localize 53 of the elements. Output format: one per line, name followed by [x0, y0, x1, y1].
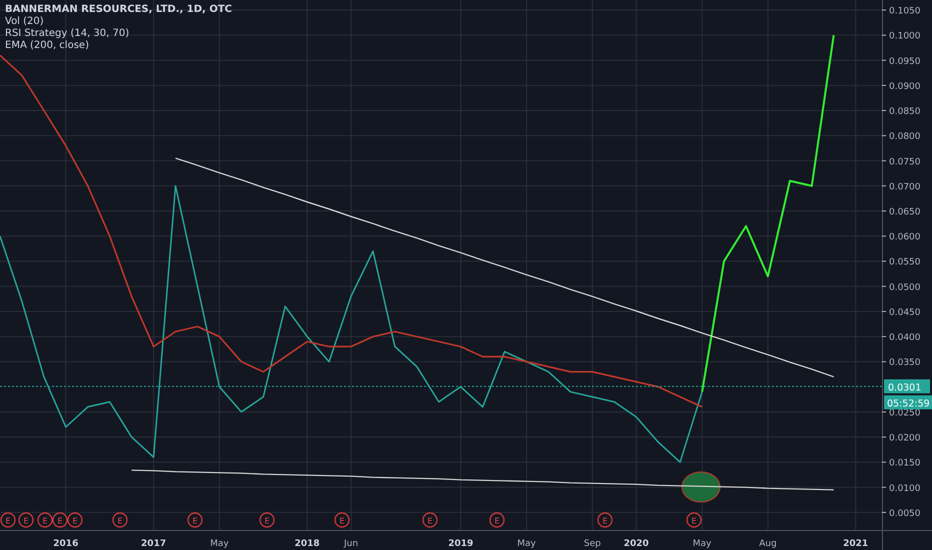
price-axis-label: 0.0400 [889, 333, 920, 344]
time-axis-label: 2020 [624, 539, 649, 549]
price-axis-label: 0.0750 [889, 157, 920, 168]
price-axis-label: 0.0500 [889, 282, 920, 293]
chart-title: BANNERMAN RESOURCES, LTD., 1D, OTC [5, 4, 232, 15]
ellipse-marker [682, 472, 720, 502]
earnings-marker[interactable]: E [422, 512, 438, 528]
time-axis-label: 2021 [843, 539, 868, 549]
earnings-marker[interactable]: E [67, 512, 83, 528]
price-axis-label: 0.0800 [889, 132, 920, 142]
time-axis-label: May [692, 539, 712, 549]
last-price-tag: 0.0301 [884, 379, 930, 394]
earnings-marker[interactable]: E [18, 512, 34, 528]
earnings-marker[interactable]: E [597, 512, 613, 528]
time-axis-label: 2018 [294, 539, 320, 549]
price-axis-label: 0.0100 [889, 484, 920, 494]
earnings-marker[interactable]: E [334, 512, 350, 528]
earnings-marker[interactable]: E [0, 512, 16, 528]
time-axis-label: Aug [759, 539, 777, 549]
time-axis-label: 2016 [53, 539, 78, 549]
ref-line-label: 0.0301 [888, 382, 922, 394]
countdown-tag: 05:52:59 [884, 395, 932, 410]
earnings-marker[interactable]: E [37, 512, 53, 528]
price-axis-label: 0.0600 [889, 232, 920, 243]
time-axis-label: May [210, 539, 229, 549]
earnings-marker[interactable]: E [686, 512, 702, 528]
time-axis-label: May [517, 539, 536, 549]
price-axis-label: 0.0250 [889, 408, 920, 418]
earnings-marker[interactable]: E [187, 512, 203, 528]
price-axis-label: 0.0950 [889, 56, 920, 67]
time-axis-label: Jun [344, 539, 358, 549]
price-axis-label: 0.0550 [889, 258, 920, 268]
earnings-marker[interactable]: E [489, 512, 505, 528]
price-axis-label: 0.0450 [889, 308, 920, 318]
price-axis-label: 0.0650 [889, 208, 920, 218]
price-axis-label: 0.0700 [889, 182, 920, 192]
indicator-label[interactable]: EMA (200, close) [5, 40, 232, 51]
price-axis-label: 0.0050 [889, 508, 920, 519]
indicator-label[interactable]: Vol (20) [5, 16, 232, 27]
indicator-label[interactable]: RSI Strategy (14, 30, 70) [5, 28, 232, 39]
time-axis-label: 2019 [448, 539, 474, 549]
time-axis-label: 2017 [141, 539, 166, 549]
price-axis-label: 0.1000 [889, 32, 920, 42]
price-axis-label: 0.0350 [889, 358, 920, 368]
price-axis-label: 0.0150 [889, 458, 920, 469]
price-axis-label: 0.0850 [889, 107, 920, 118]
price-axis-label: 0.1050 [889, 6, 920, 17]
earnings-marker[interactable]: E [112, 512, 128, 528]
price-axis-label: 0.0900 [889, 82, 920, 92]
time-axis-label: Sep [584, 539, 601, 549]
earnings-marker[interactable]: E [259, 512, 275, 528]
price-axis-label: 0.0200 [889, 434, 920, 444]
earnings-marker[interactable]: E [52, 512, 68, 528]
